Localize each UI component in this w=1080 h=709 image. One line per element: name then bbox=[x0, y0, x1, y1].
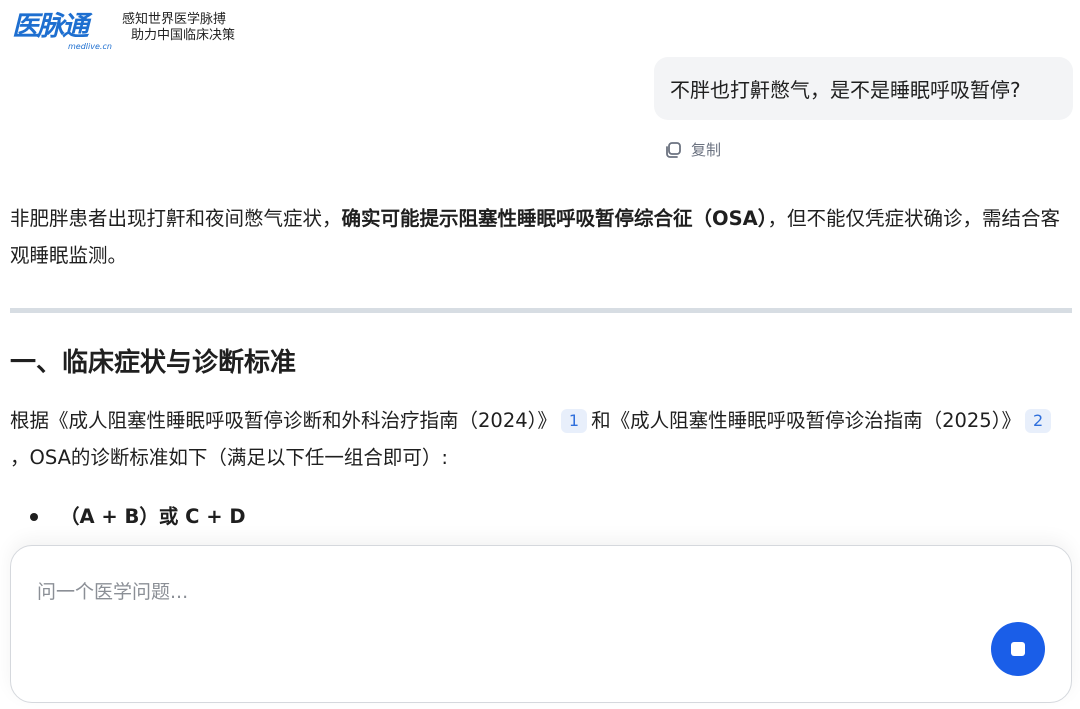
user-message-bubble: 不胖也打鼾憋气，是不是睡眠呼吸暂停? bbox=[654, 57, 1073, 120]
section-divider bbox=[10, 308, 1072, 313]
logo-text: 医脉通 bbox=[12, 11, 89, 42]
section-title: 一、临床症状与诊断标准 bbox=[10, 348, 297, 378]
answer-intro: 非肥胖患者出现打鼾和夜间憋气症状，确实可能提示阻塞性睡眠呼吸暂停综合征（OSA）… bbox=[10, 200, 1072, 274]
answer-intro-bold: 确实可能提示阻塞性睡眠呼吸暂停综合征（OSA） bbox=[341, 207, 768, 230]
user-message-text: 不胖也打鼾憋气，是不是睡眠呼吸暂停? bbox=[670, 78, 1021, 102]
brand-slogan: 感知世界医学脉搏 助力中国临床决策 bbox=[122, 12, 235, 44]
copy-button[interactable]: 复制 bbox=[663, 139, 721, 160]
question-composer[interactable]: 问一个医学问题... bbox=[10, 545, 1072, 703]
logo-subtext: medlive.cn bbox=[68, 42, 112, 51]
list-item: （A + B）或 C + D bbox=[30, 499, 246, 535]
medlive-logo[interactable]: 医脉通 medlive.cn bbox=[12, 8, 114, 52]
slogan-line-1: 感知世界医学脉搏 bbox=[122, 12, 227, 27]
bullet-text: （A + B）或 C + D bbox=[60, 505, 246, 528]
guideline-paragraph: 根据《成人阻塞性睡眠呼吸暂停诊断和外科治疗指南（2024）》 1 和《成人阻塞性睡眠… bbox=[10, 402, 1072, 476]
para-part-2: 和《成人阻塞性睡眠呼吸暂停诊治指南（2025）》 bbox=[591, 409, 1021, 432]
copy-icon bbox=[666, 141, 681, 158]
stop-generation-button[interactable] bbox=[991, 622, 1045, 676]
slogan-line-2: 助力中国临床决策 bbox=[131, 28, 236, 43]
question-input[interactable]: 问一个医学问题... bbox=[37, 577, 188, 604]
para-part-1: 根据《成人阻塞性睡眠呼吸暂停诊断和外科治疗指南（2024）》 bbox=[10, 409, 557, 432]
stop-icon bbox=[1011, 642, 1025, 656]
citation-badge-2[interactable]: 2 bbox=[1024, 409, 1052, 433]
bullet-dot bbox=[30, 513, 38, 521]
para-part-3: ，OSA的诊断标准如下（满足以下任一组合即可）: bbox=[10, 446, 448, 469]
copy-label: 复制 bbox=[691, 141, 722, 159]
answer-intro-pre: 非肥胖患者出现打鼾和夜间憋气症状， bbox=[10, 207, 342, 230]
citation-badge-1[interactable]: 1 bbox=[560, 409, 588, 433]
brand-header: 医脉通 medlive.cn 感知世界医学脉搏 助力中国临床决策 bbox=[12, 8, 235, 52]
